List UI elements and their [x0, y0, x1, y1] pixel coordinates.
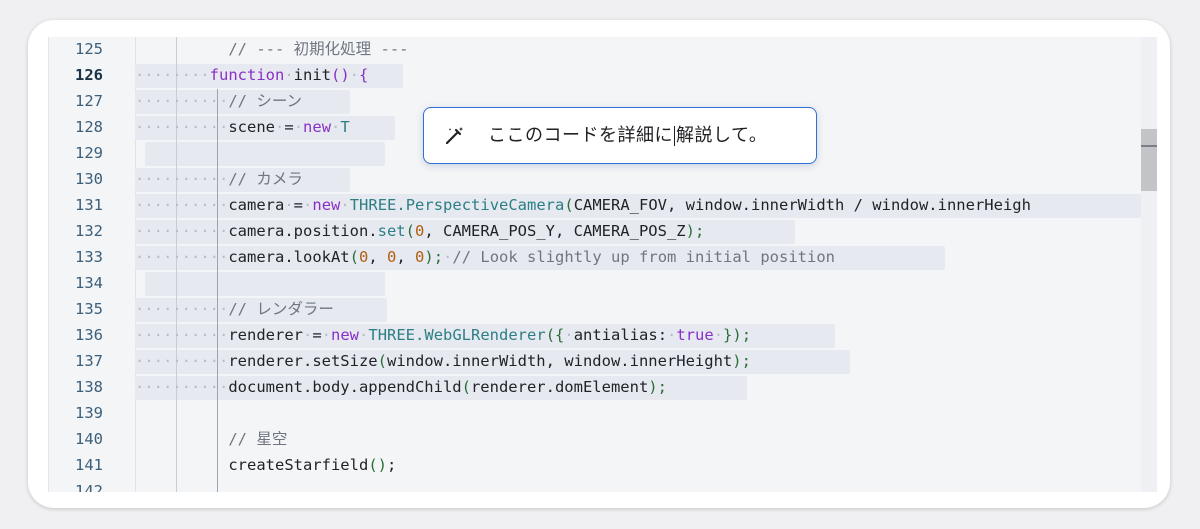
code-line-128: ··········scene·=·new·T: [135, 118, 350, 136]
code-line-137: ··········renderer.setSize(window.innerW…: [135, 352, 751, 370]
line-number: 138: [75, 378, 103, 396]
inline-ai-prompt[interactable]: ここのコードを詳細に 解説して。: [423, 107, 817, 164]
code-line-130: ··········// カメラ: [135, 170, 303, 188]
code-line-132: ··········camera.position.set(0, CAMERA_…: [135, 222, 705, 240]
scrollbar-thumb[interactable]: [1141, 129, 1157, 191]
prompt-input[interactable]: ここのコードを詳細に 解説して。: [488, 108, 767, 163]
line-number-gutter: 125 126 127 128 129 130 131 132 133 134 …: [49, 37, 135, 492]
line-number: 135: [75, 300, 103, 318]
line-number: 141: [75, 456, 103, 474]
code-line-141: createStarfield();: [228, 456, 397, 474]
code-line-136: ··········renderer·=·new·THREE.WebGLRend…: [135, 326, 752, 344]
code-line-133: ··········camera.lookAt(0, 0, 0);·// Loo…: [135, 248, 835, 266]
line-number: 129: [75, 144, 103, 162]
line-number: 142: [75, 482, 103, 492]
scrollbar-cursor-marker: [1141, 145, 1157, 147]
selection-highlight: [145, 272, 385, 296]
line-number-active: 126: [75, 66, 103, 84]
selection-highlight: [145, 142, 385, 166]
prompt-text-after-caret: 解説して。: [676, 125, 768, 146]
vertical-scrollbar[interactable]: [1141, 37, 1157, 492]
code-line-126: ········function·init()·{: [135, 66, 369, 84]
line-number: 133: [75, 248, 103, 266]
window-frame: 125 126 127 128 129 130 131 132 133 134 …: [28, 20, 1170, 508]
line-number: 134: [75, 274, 103, 292]
line-number: 136: [75, 326, 103, 344]
prompt-text-before-caret: ここのコードを詳細に: [488, 125, 673, 146]
code-line-127: ··········// シーン: [135, 92, 303, 110]
line-number: 131: [75, 196, 103, 214]
line-number: 132: [75, 222, 103, 240]
code-editor[interactable]: 125 126 127 128 129 130 131 132 133 134 …: [48, 37, 1157, 492]
code-line-140: // 星空: [228, 430, 288, 448]
code-line-138: ··········document.body.appendChild(rend…: [135, 378, 667, 396]
line-number: 128: [75, 118, 103, 136]
code-line-131: ··········camera·=·new·THREE.Perspective…: [135, 196, 1031, 214]
code-line-135: ··········// レンダラー: [135, 300, 334, 318]
line-number: 127: [75, 92, 103, 110]
line-number: 137: [75, 352, 103, 370]
line-number: 139: [75, 404, 103, 422]
magic-wand-pencil-icon[interactable]: [442, 124, 466, 148]
line-number: 130: [75, 170, 103, 188]
line-number: 140: [75, 430, 103, 448]
line-number: 125: [75, 40, 103, 58]
code-line-125: // --- 初期化処理 ---: [228, 40, 409, 58]
text-caret: [674, 126, 675, 146]
